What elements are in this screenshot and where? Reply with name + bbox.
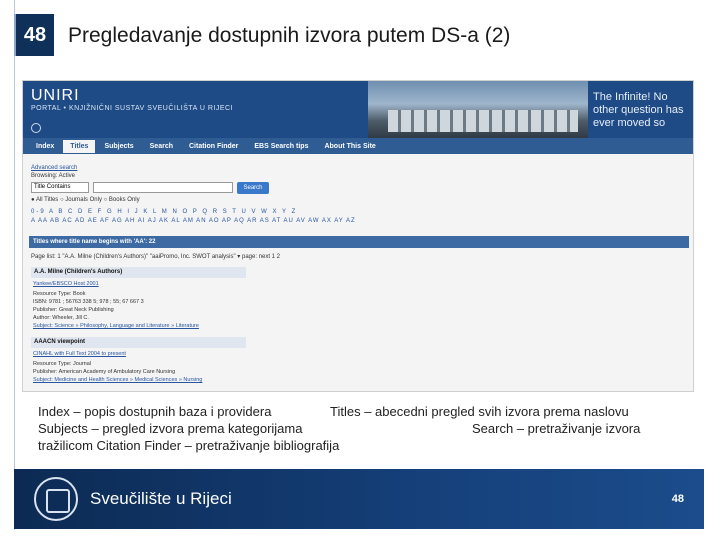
tab-index[interactable]: Index	[29, 140, 61, 153]
slide-number-badge: 48	[14, 14, 54, 56]
search-input[interactable]	[93, 182, 233, 193]
record-title[interactable]: A.A. Milne (Children's Authors)	[31, 267, 246, 278]
pager[interactable]: Page list: 1 "A.A. Milne (Children's Aut…	[31, 253, 280, 260]
caption-subjects: Subjects – pregled izvora prema kategori…	[38, 421, 303, 436]
record-title[interactable]: AAACN viewpoint	[31, 337, 246, 348]
tab-ebs-search-tips[interactable]: EBS Search tips	[247, 140, 315, 153]
university-name: Sveučilište u Rijeci	[90, 489, 232, 508]
record-line: Publisher: Great Neck Publishing	[33, 307, 114, 313]
portal-screenshot: UNIRI PORTAL • KNJIŽNIČNI SUSTAV SVEUČIL…	[22, 80, 694, 392]
seal-icon	[31, 123, 41, 133]
building-photo	[368, 81, 588, 138]
title-type-radios[interactable]: ● All Titles ○ Journals Only ○ Books Onl…	[31, 197, 140, 203]
record-line[interactable]: Subject: Science » Philosophy, Language …	[33, 323, 199, 329]
slide-footer: Sveučilište u Rijeci 48	[14, 469, 704, 529]
advanced-search-link[interactable]: Advanced search	[31, 165, 77, 171]
portal-logo[interactable]: UNIRI	[31, 87, 80, 105]
caption-citation-finder: tražilicom Citation Finder – pretraživan…	[38, 438, 340, 453]
tab-citation-finder[interactable]: Citation Finder	[182, 140, 245, 153]
caption-titles: Titles – abecedni pregled svih izvora pr…	[330, 404, 629, 419]
results-header: Titles where title name begins with 'AA'…	[29, 236, 689, 248]
caption-search: Search – pretraživanje izvora	[472, 421, 641, 436]
record-line: Resource Type: Book	[33, 291, 86, 297]
tab-titles[interactable]: Titles	[63, 139, 96, 153]
record-line: Author: Wheeler, Jill C.	[33, 315, 89, 321]
tab-subjects[interactable]: Subjects	[97, 140, 140, 153]
record-line[interactable]: Yankee/EBSCO Host 2001	[33, 281, 99, 287]
record-line: Publisher: American Academy of Ambulator…	[33, 369, 176, 375]
record-line[interactable]: CINAHL with Full Text 2004 to present	[33, 351, 126, 357]
record-line[interactable]: Subject: Medicine and Health Sciences » …	[33, 377, 202, 383]
portal-banner: UNIRI PORTAL • KNJIŽNIČNI SUSTAV SVEUČIL…	[23, 81, 693, 138]
footer-page-number: 48	[671, 493, 684, 505]
search-field-select[interactable]: Title Contains	[31, 182, 89, 193]
search-button[interactable]: Search	[237, 182, 269, 194]
tab-about[interactable]: About This Site	[317, 140, 382, 153]
left-rule	[14, 0, 15, 530]
portal-subtitle: PORTAL • KNJIŽNIČNI SUSTAV SVEUČILIŠTA U…	[31, 105, 234, 112]
slide-title: Pregledavanje dostupnih izvora putem DS-…	[68, 24, 511, 47]
banner-quote: The Infinite! No other question has ever…	[593, 91, 684, 129]
record-line: Resource Type: Journal	[33, 361, 91, 367]
alphabet-nav[interactable]: 0-9 A B C D E F G H I J K L M N O P Q R …	[31, 209, 297, 215]
browsing-status: Browsing: Active	[31, 173, 76, 179]
caption-index: Index – popis dostupnih baza i providera	[38, 404, 272, 419]
university-emblem-icon	[34, 477, 78, 521]
record-line: ISBN: 9781 ; 56763 338 5; 978 ; 55; 67 6…	[33, 299, 144, 305]
portal-nav: Index Titles Subjects Search Citation Fi…	[23, 138, 693, 154]
tab-search[interactable]: Search	[143, 140, 180, 153]
alphabet-subnav[interactable]: A AA AB AC AD AE AF AG AH AI AJ AK AL AM…	[31, 218, 356, 224]
